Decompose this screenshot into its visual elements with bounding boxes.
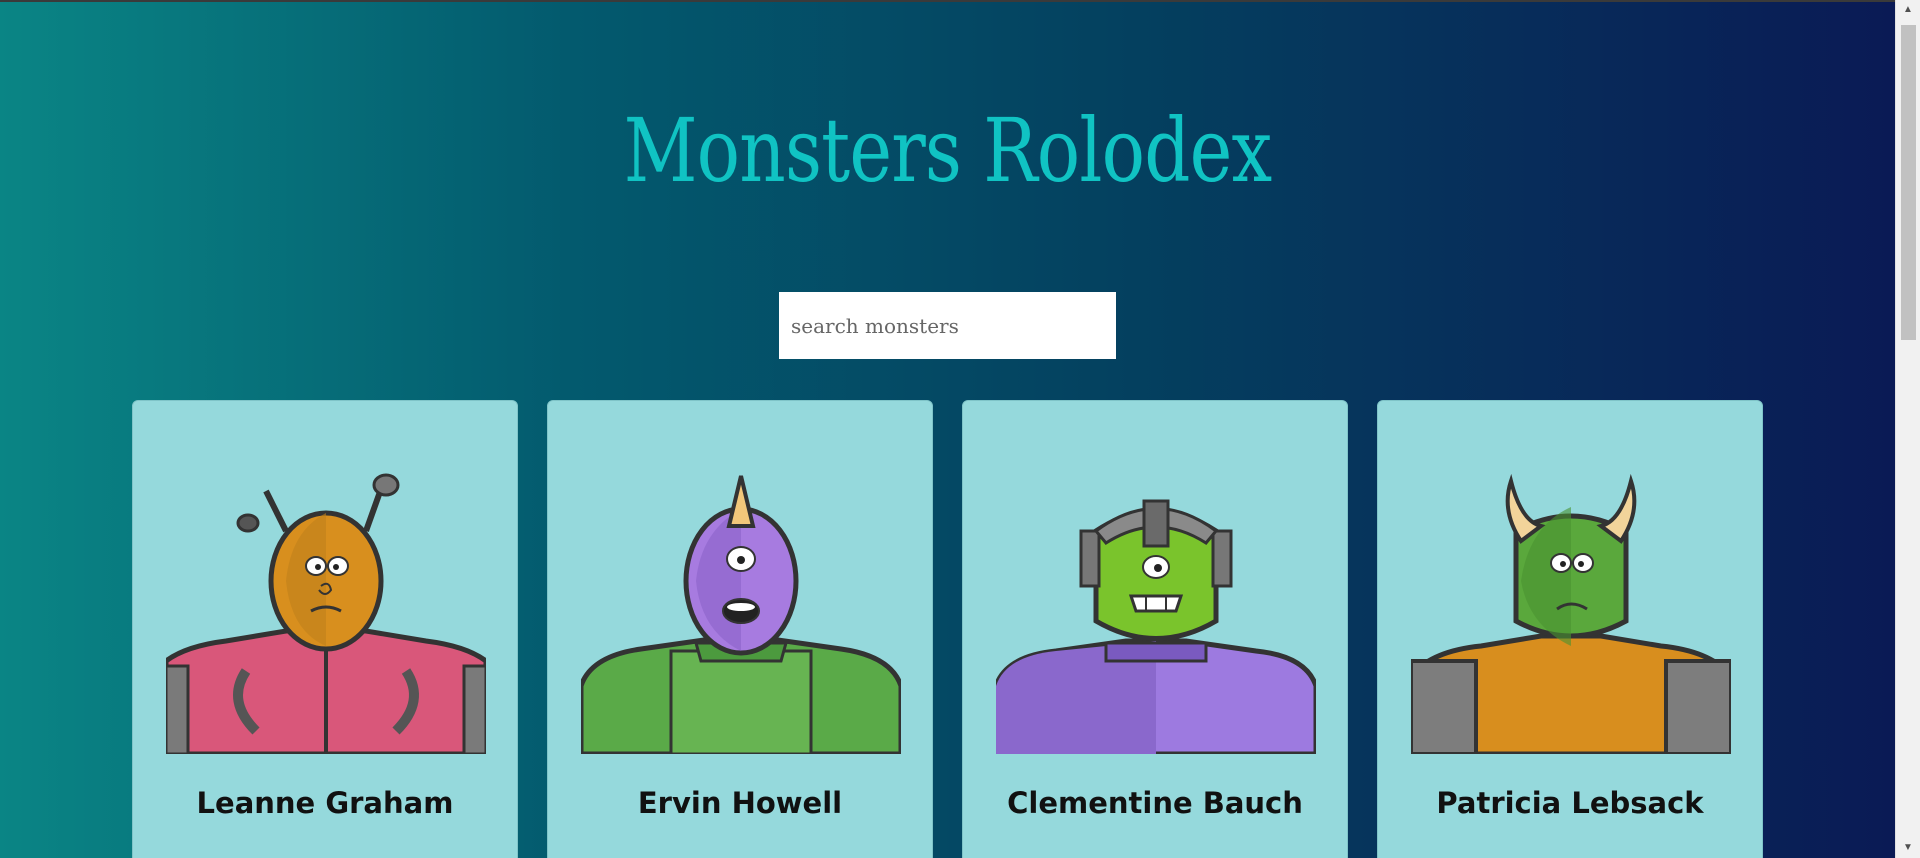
monster-card[interactable]: Ervin Howell [547,400,933,858]
monster-card[interactable]: Leanne Graham [132,400,518,858]
monster-name: Patricia Lebsack [1436,786,1704,820]
page-background: Monsters Rolodex search monsters Leanne … [0,0,1895,858]
monster-name: Ervin Howell [637,786,843,820]
triangle-up-icon[interactable]: ▲ [1896,0,1920,20]
scrollbar-thumb[interactable] [1901,25,1916,340]
search-input[interactable] [779,292,1116,359]
monster-avatar [166,471,486,754]
triangle-down-icon[interactable]: ▼ [1896,838,1920,858]
monster-avatar [996,471,1316,754]
monster-name: Clementine Bauch [1007,786,1303,820]
monster-avatar [1411,471,1731,754]
monster-name: Leanne Graham [196,786,454,820]
monster-avatar [581,471,901,754]
monster-card[interactable]: Clementine Bauch [962,400,1348,858]
monster-card[interactable]: Patricia Lebsack [1377,400,1763,858]
vertical-scrollbar[interactable]: ▲ ▼ [1895,0,1920,858]
page-title: Monsters Rolodex [623,99,1273,202]
